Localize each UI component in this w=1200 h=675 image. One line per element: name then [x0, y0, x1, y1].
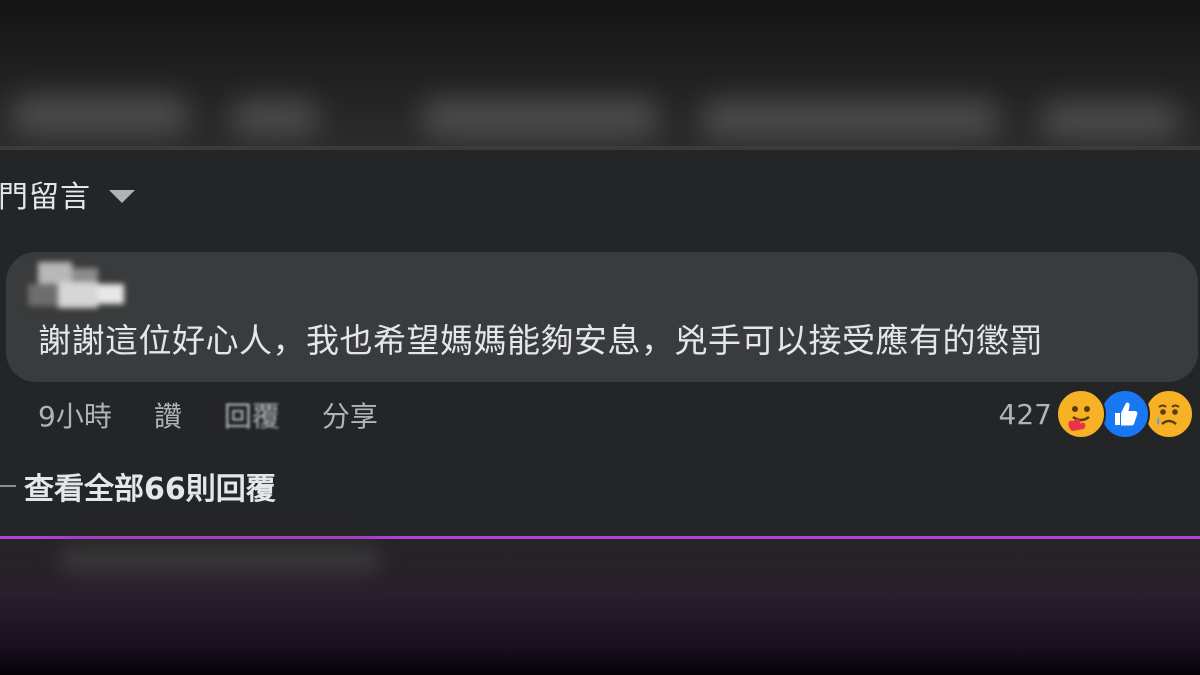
- blurred-content: [700, 100, 1000, 138]
- blurred-content: [1040, 102, 1180, 138]
- reaction-summary[interactable]: 427: [998, 389, 1194, 439]
- caret-down-icon: [109, 189, 135, 203]
- blurred-content: [60, 549, 380, 571]
- reply-button[interactable]: 回覆: [224, 395, 280, 435]
- comments-filter-dropdown[interactable]: 門留言: [0, 172, 135, 216]
- reply-thread-line: [0, 485, 16, 487]
- comment-text: 謝謝這位好心人，我也希望媽媽能夠安息，兇手可以接受應有的懲罰: [38, 321, 1043, 360]
- like-icon: [1100, 389, 1150, 439]
- comments-filter-label: 門留言: [0, 180, 91, 215]
- sad-icon: [1144, 389, 1194, 439]
- blurred-content: [10, 95, 190, 135]
- like-button[interactable]: 讚: [154, 395, 182, 435]
- bottom-fade-area: [0, 539, 1200, 675]
- view-all-replies-link[interactable]: 查看全部66則回覆: [0, 464, 276, 508]
- blurred-content: [230, 100, 320, 136]
- blurred-username[interactable]: [28, 262, 128, 314]
- view-all-replies-label: 查看全部66則回覆: [24, 472, 276, 507]
- share-button[interactable]: 分享: [322, 395, 378, 435]
- care-icon: [1056, 389, 1106, 439]
- comment-actions: 9小時 讚 回覆 分享: [38, 396, 378, 434]
- reaction-count: 427: [998, 397, 1052, 431]
- comment-timestamp[interactable]: 9小時: [38, 395, 112, 435]
- blurred-header-area: [0, 0, 1200, 146]
- blurred-content: [420, 98, 660, 138]
